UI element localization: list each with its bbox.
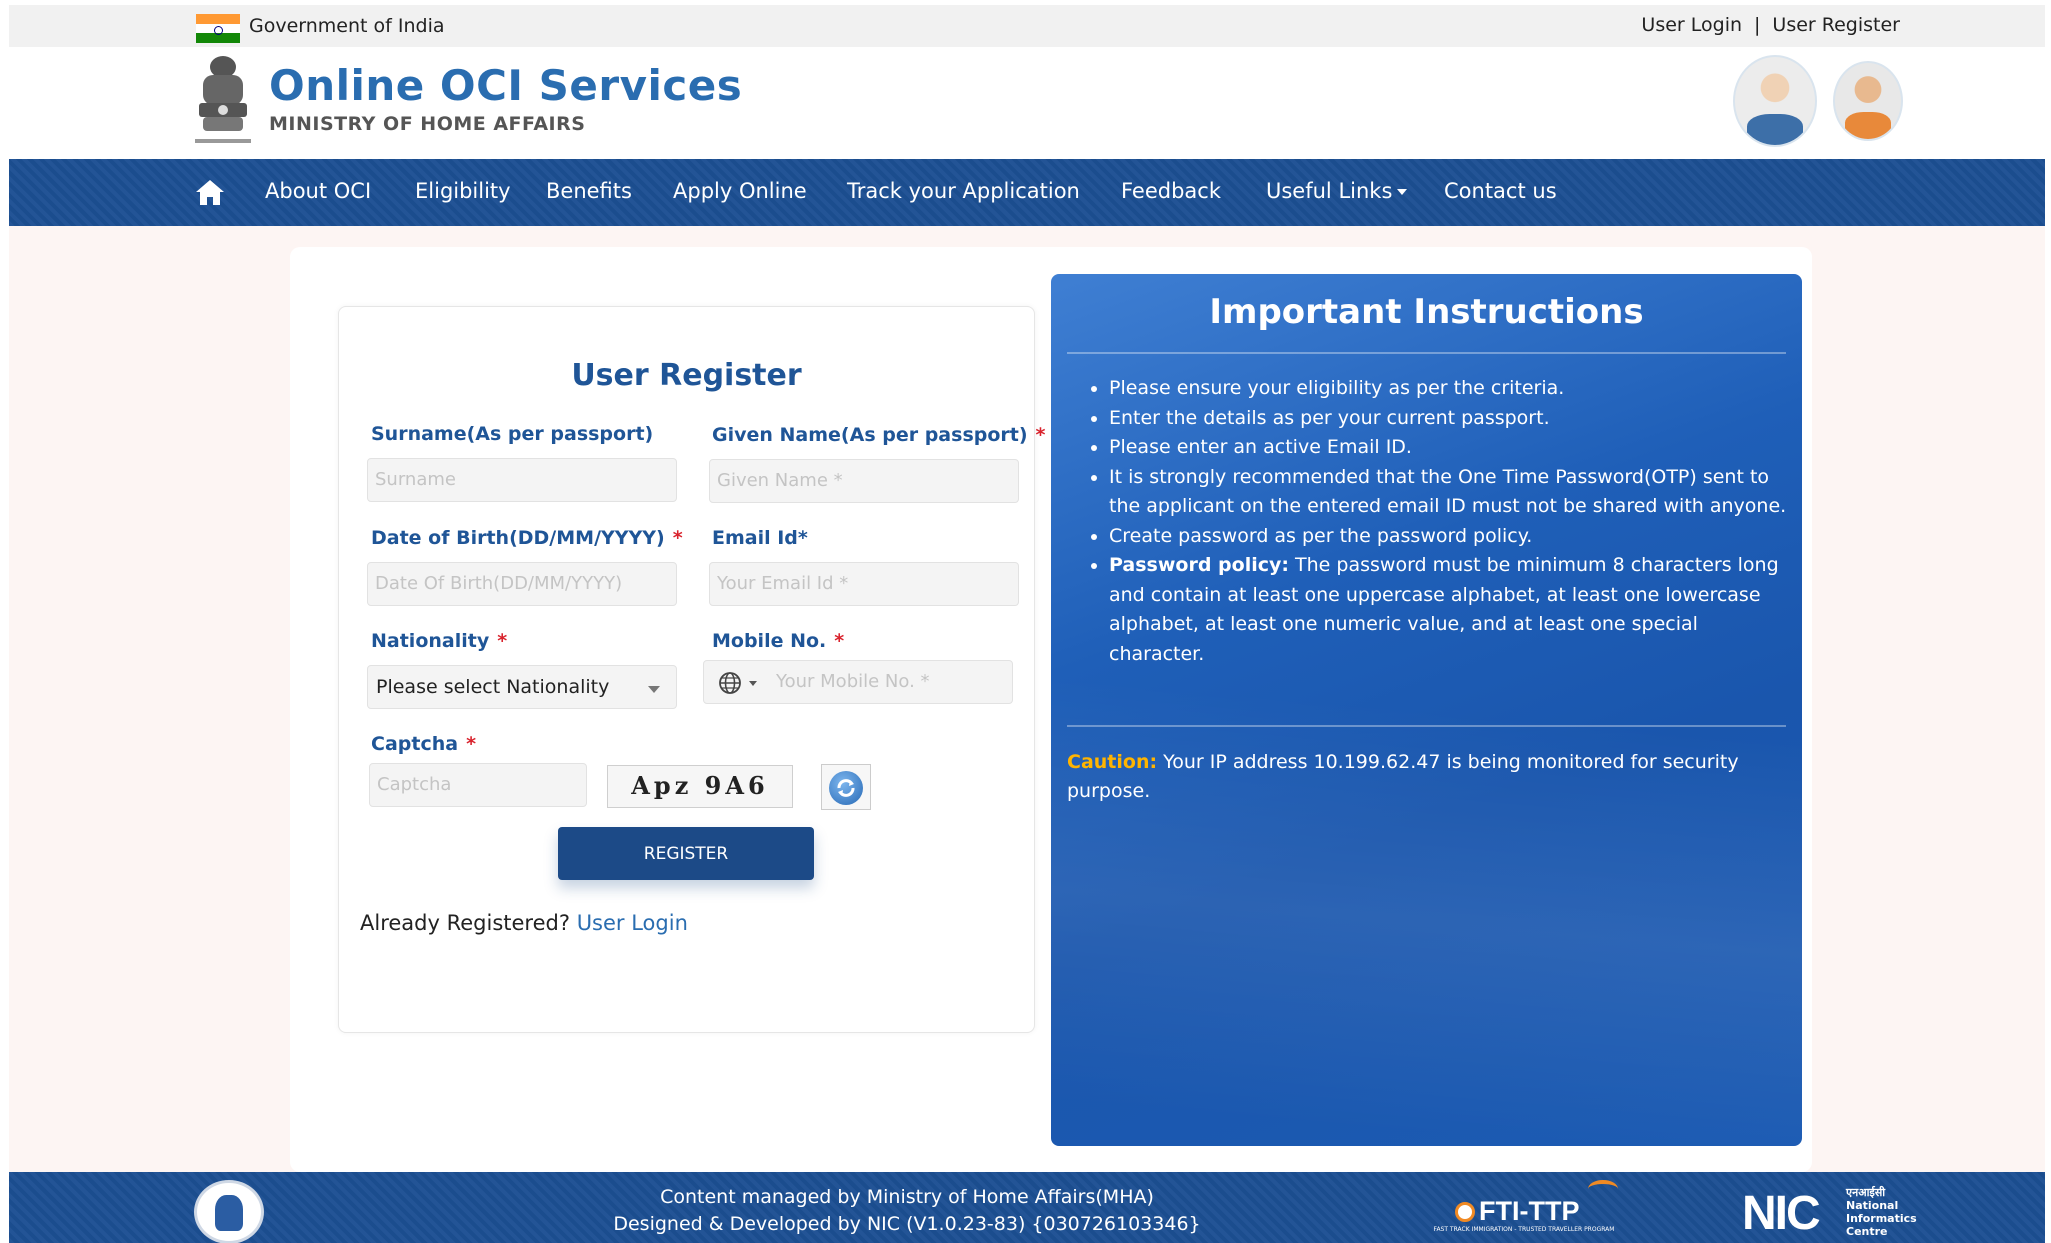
mobile-placeholder: Your Mobile No. *	[776, 671, 930, 692]
nav-eligibility[interactable]: Eligibility	[415, 179, 511, 203]
email-label: Email Id*	[712, 527, 808, 549]
nav-contact-us[interactable]: Contact us	[1444, 179, 1557, 203]
list-item: Please enter an active Email ID.	[1109, 433, 1789, 463]
nic-name: National Informatics Centre	[1846, 1199, 1917, 1238]
mobile-input[interactable]: Your Mobile No. *	[703, 660, 1013, 704]
national-emblem-icon[interactable]	[193, 53, 253, 151]
leader-portrait-1	[1733, 55, 1817, 147]
divider	[1067, 352, 1786, 354]
instructions-list: Please ensure your eligibility as per th…	[1109, 374, 1789, 669]
already-registered: Already Registered? User Login	[360, 911, 688, 935]
globe-icon[interactable]	[718, 671, 742, 695]
nic-logo-text: NIC	[1742, 1187, 1821, 1240]
nationality-label: Nationality *	[371, 630, 507, 652]
india-flag-icon	[196, 14, 240, 43]
government-label: Government of India	[249, 15, 445, 37]
footer: Content managed by Ministry of Home Affa…	[9, 1172, 2045, 1243]
globe-icon	[1455, 1202, 1475, 1222]
fti-ttp-logo-text: FTI-TTP	[1479, 1196, 1580, 1226]
nic-logo-subtext: एनआईसी National Informatics Centre	[1846, 1186, 1922, 1238]
captcha-input[interactable]: Captcha	[369, 763, 587, 807]
caution-text: Your IP address 10.199.62.47 is being mo…	[1067, 751, 1739, 802]
nav-apply-online[interactable]: Apply Online	[673, 179, 807, 203]
user-login-link[interactable]: User Login	[577, 911, 688, 935]
dob-label: Date of Birth(DD/MM/YYYY) *	[371, 527, 683, 549]
user-login-link[interactable]: User Login	[1641, 14, 1742, 36]
site-header: Online OCI Services MINISTRY OF HOME AFF…	[9, 47, 2045, 159]
caution-label: Caution:	[1067, 751, 1158, 773]
nav-about-oci[interactable]: About OCI	[265, 179, 371, 203]
surname-label: Surname(As per passport)	[371, 423, 654, 445]
chevron-down-icon	[1397, 189, 1408, 195]
given-name-label: Given Name(As per passport) *	[712, 424, 1045, 446]
list-item: Create password as per the password poli…	[1109, 522, 1789, 552]
form-title: User Register	[571, 358, 802, 393]
list-item: It is strongly recommended that the One …	[1109, 463, 1789, 522]
home-icon[interactable]	[194, 178, 226, 206]
top-links-separator: |	[1754, 14, 1761, 36]
instructions-panel: Important Instructions Please ensure you…	[1051, 274, 1802, 1146]
top-bar: Government of India User Login | User Regi…	[9, 5, 2045, 47]
list-item: Password policy: The password must be mi…	[1109, 551, 1789, 669]
top-links: User Login | User Register	[1641, 14, 1900, 36]
given-name-input[interactable]: Given Name *	[709, 459, 1019, 503]
surname-input[interactable]: Surname	[367, 458, 677, 502]
nationality-select[interactable]: Please select Nationality	[367, 665, 677, 709]
required-mark: *	[834, 630, 845, 652]
user-register-link[interactable]: User Register	[1772, 14, 1900, 36]
required-mark: *	[466, 733, 476, 755]
nav-benefits[interactable]: Benefits	[546, 179, 632, 203]
site-title[interactable]: Online OCI Services	[269, 61, 742, 110]
nav-useful-links[interactable]: Useful Links	[1266, 179, 1408, 203]
mobile-label: Mobile No. *	[712, 630, 844, 652]
already-registered-text: Already Registered?	[360, 911, 570, 935]
nationality-label-text: Nationality	[371, 630, 490, 652]
mobile-label-text: Mobile No.	[712, 630, 827, 652]
given-name-label-text: Given Name(As per passport)	[712, 424, 1028, 446]
nationality-selected: Please select Nationality	[376, 676, 610, 698]
fti-ttp-tagline: FAST TRACK IMMIGRATION - TRUSTED TRAVELL…	[1433, 1226, 1615, 1233]
caution-note: Caution: Your IP address 10.199.62.47 is…	[1067, 748, 1787, 806]
nav-useful-links-label: Useful Links	[1266, 179, 1393, 203]
nav-feedback[interactable]: Feedback	[1121, 179, 1221, 203]
fti-ttp-logo[interactable]: FTI-TTP FAST TRACK IMMIGRATION - TRUSTED…	[1424, 1180, 1624, 1240]
main-nav: About OCI Eligibility Benefits Apply Onl…	[9, 159, 2045, 226]
required-mark: *	[497, 630, 508, 652]
refresh-icon	[829, 771, 863, 805]
captcha-refresh-button[interactable]	[821, 764, 871, 810]
register-button[interactable]: REGISTER	[558, 827, 814, 880]
list-item: Please ensure your eligibility as per th…	[1109, 374, 1789, 404]
swoosh-icon	[1588, 1180, 1618, 1198]
password-policy-title: Password policy:	[1109, 554, 1289, 576]
captcha-label-text: Captcha	[371, 733, 459, 755]
nic-logo[interactable]: NIC एनआईसी National Informatics Centre	[1742, 1186, 1922, 1240]
captcha-image: Apz 9A6	[607, 765, 793, 808]
country-code-dropdown-icon[interactable]	[749, 681, 757, 686]
dob-label-text: Date of Birth(DD/MM/YYYY)	[371, 527, 665, 549]
divider	[1067, 725, 1786, 727]
dob-input[interactable]: Date Of Birth(DD/MM/YYYY)	[367, 562, 677, 606]
chevron-down-icon	[648, 686, 660, 693]
list-item: Enter the details as per your current pa…	[1109, 404, 1789, 434]
nav-track-application[interactable]: Track your Application	[847, 179, 1080, 203]
site-subtitle: MINISTRY OF HOME AFFAIRS	[269, 113, 586, 135]
required-mark: *	[1035, 424, 1046, 446]
leader-portrait-2	[1833, 61, 1903, 141]
email-input[interactable]: Your Email Id *	[709, 562, 1019, 606]
instructions-title: Important Instructions	[1209, 292, 1644, 332]
nic-hindi: एनआईसी	[1846, 1186, 1886, 1199]
required-mark: *	[672, 527, 683, 549]
captcha-label: Captcha *	[371, 733, 476, 755]
